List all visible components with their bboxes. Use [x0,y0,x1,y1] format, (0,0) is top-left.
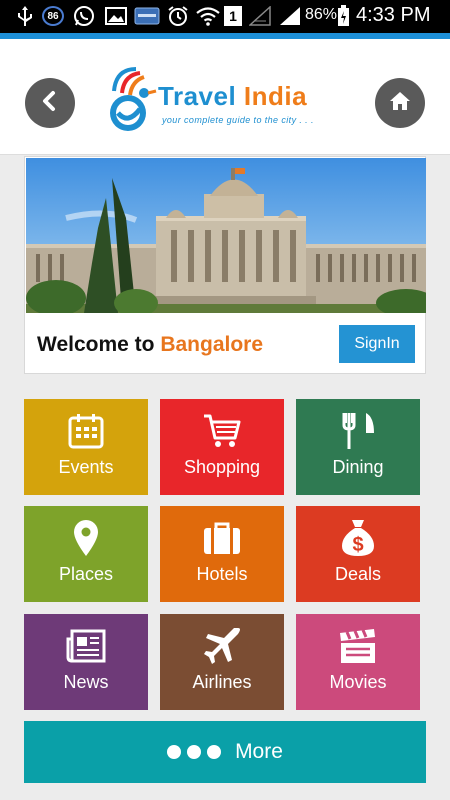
welcome-prefix: Welcome to [37,333,161,356]
logo-title: Travel India [158,81,307,112]
svg-text:$: $ [352,534,363,556]
tile-dining[interactable]: Dining [296,399,420,495]
logo-title-travel: Travel [158,81,237,111]
tile-label: Deals [334,564,382,584]
dots-icon [167,745,222,759]
travel-india-logo: Travel India your complete guide to the … [106,61,336,139]
city-photo [26,158,426,313]
money-bag-icon: $ [296,518,420,558]
whatsapp-icon [72,5,96,27]
tile-events[interactable]: Events [24,399,148,495]
welcome-text: Welcome to Bangalore [37,333,263,357]
notification-badge: 86 [42,6,64,26]
home-button[interactable] [375,78,425,128]
tile-hotels[interactable]: Hotels [160,506,284,602]
app-icon [134,5,160,27]
app-header: Travel India your complete guide to the … [0,39,450,155]
tile-movies[interactable]: Movies [296,614,420,710]
logo-tagline: your complete guide to the city . . . [162,115,314,125]
usb-icon [14,5,36,27]
more-button[interactable]: More [24,721,426,783]
tile-shopping[interactable]: Shopping [160,399,284,495]
tile-label: Events [58,457,114,477]
battery-percent: 86% [305,6,338,23]
status-bar: 86 1 86% 4:33 PM [0,0,450,33]
newspaper-icon [24,626,148,666]
signal-icon [278,5,302,27]
map-pin-icon [24,518,148,558]
sim-indicator: 1 [224,6,242,26]
airplane-icon [160,626,284,666]
suitcase-icon [160,518,284,558]
tile-label: Hotels [196,564,248,584]
gallery-icon [104,5,128,27]
no-signal-icon [248,5,272,27]
clock: 4:33 PM [356,4,431,26]
more-label: More [235,740,283,763]
vidhana-soudha-image [26,158,426,313]
chevron-left-icon [39,90,61,117]
tile-label: Shopping [183,457,261,477]
clapperboard-icon [296,626,420,666]
tile-places[interactable]: Places [24,506,148,602]
city-banner: Welcome to Bangalore SignIn [24,156,426,374]
tile-airlines[interactable]: Airlines [160,614,284,710]
battery-icon [336,5,350,27]
fork-knife-icon [296,411,420,451]
tile-label: Movies [329,672,387,692]
cart-icon [160,411,284,451]
signin-button[interactable]: SignIn [339,325,415,363]
alarm-icon [166,5,190,27]
wifi-icon [196,5,220,27]
tile-label: Airlines [192,672,252,692]
tile-label: News [63,672,109,692]
tile-deals[interactable]: $ Deals [296,506,420,602]
back-button[interactable] [25,78,75,128]
tile-label: Places [58,564,114,584]
home-icon [389,91,411,116]
peacock-logo-icon [110,67,157,131]
calendar-icon [24,411,148,451]
tile-news[interactable]: News [24,614,148,710]
tile-label: Dining [332,457,384,477]
city-name: Bangalore [160,333,264,356]
logo-title-india: India [243,81,308,111]
